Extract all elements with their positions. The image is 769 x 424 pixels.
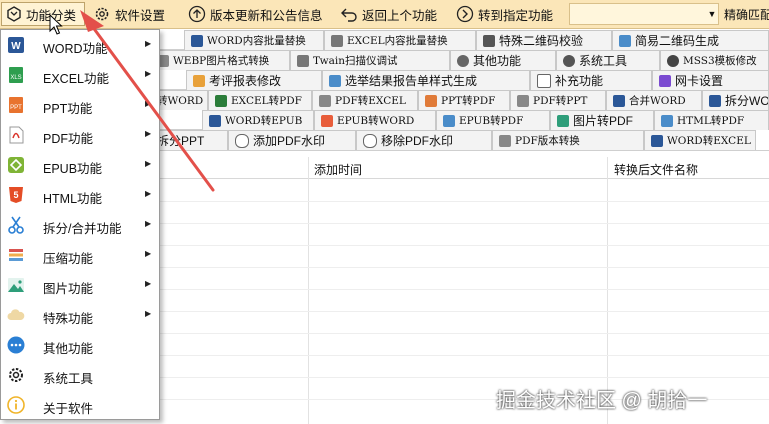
watermark-text: 掘金技术社区 @ 胡拾一	[496, 390, 708, 412]
annotation-arrow	[80, 10, 215, 192]
mouse-cursor-icon	[49, 14, 63, 35]
